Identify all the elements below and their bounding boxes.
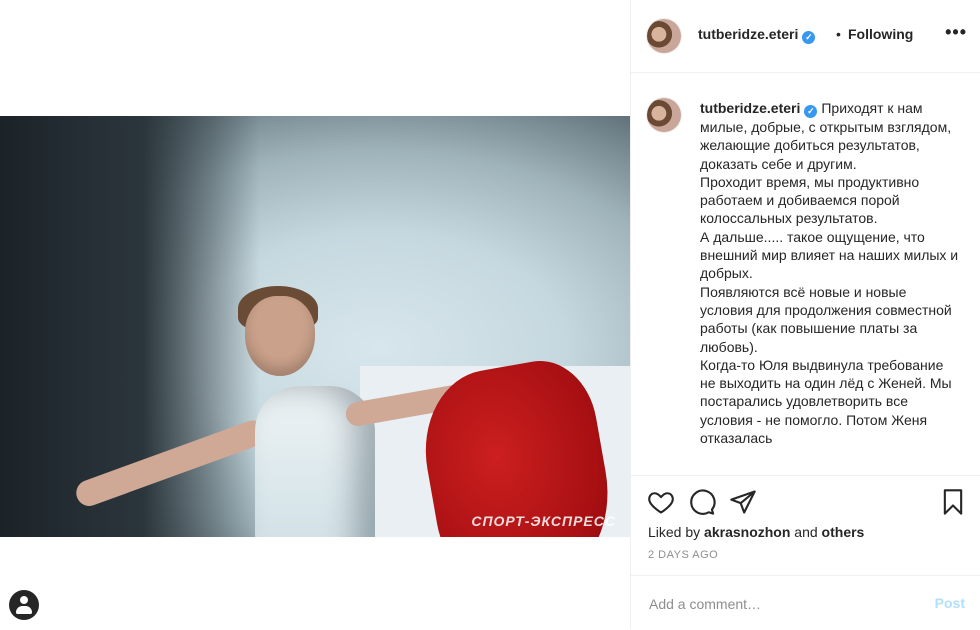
comments-area[interactable]: tutberidze.eteri ✓ Приходят к нам милые, д…: [631, 73, 980, 473]
post-timestamp[interactable]: 2 DAYS AGO: [648, 549, 718, 561]
post-caption: tutberidze.eteri ✓ Приходят к нам милые, д…: [700, 99, 962, 447]
likes-and: and: [794, 524, 818, 540]
header-username[interactable]: tutberidze.eteri ✓: [698, 26, 816, 44]
verified-badge-icon: ✓: [804, 105, 818, 118]
comment-icon[interactable]: [688, 488, 716, 516]
heart-icon[interactable]: [647, 488, 675, 516]
post-header: tutberidze.eteri ✓ • Following •••: [631, 0, 980, 73]
bookmark-icon[interactable]: [939, 488, 967, 516]
verified-badge-icon: ✓: [802, 31, 816, 44]
caption-text-line: Проходит время, мы продуктивно работаем …: [700, 173, 920, 227]
separator-dot: •: [836, 26, 841, 42]
likes-others-link[interactable]: others: [822, 524, 865, 540]
post-photo[interactable]: СПОРТ-ЭКСПРЕСС: [0, 116, 630, 537]
caption-username[interactable]: tutberidze.eteri ✓: [700, 100, 818, 118]
post-comment-button[interactable]: Post: [935, 595, 965, 611]
caption-text-line: Когда-то Юля выдвинула требование не вых…: [700, 356, 952, 447]
add-comment-bar: Post: [631, 575, 980, 630]
caption-text-line: А дальше..... такое ощущение, что внешни…: [700, 228, 959, 282]
avatar[interactable]: [647, 98, 681, 132]
post-side-panel: tutberidze.eteri ✓ • Following ••• tutber…: [630, 0, 980, 629]
liker-username[interactable]: akrasnozhon: [704, 524, 790, 540]
likes-prefix: Liked by: [648, 524, 701, 540]
comment-input[interactable]: [647, 592, 911, 616]
likes-summary: Liked by akrasnozhon and others: [648, 524, 864, 540]
photo-skater-head: [245, 296, 315, 376]
post-actions: Liked by akrasnozhon and others 2 DAYS A…: [631, 475, 980, 576]
more-options-icon[interactable]: •••: [945, 22, 967, 43]
following-button[interactable]: Following: [848, 26, 913, 42]
post-media: СПОРТ-ЭКСПРЕСС: [0, 0, 630, 629]
paper-plane-icon[interactable]: [729, 488, 757, 516]
avatar[interactable]: [647, 19, 681, 53]
tagged-users-icon[interactable]: [9, 590, 39, 620]
caption-text-line: Появляются всё новые и новые условия для…: [700, 283, 952, 355]
photo-watermark: СПОРТ-ЭКСПРЕСС: [471, 513, 616, 529]
